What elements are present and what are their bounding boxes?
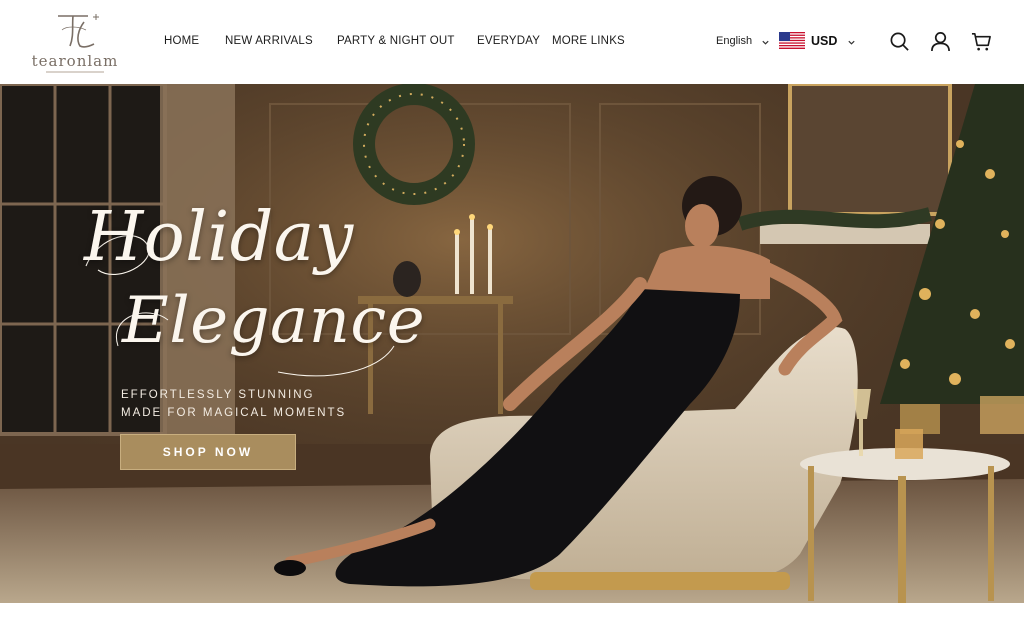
cart-icon (971, 33, 991, 51)
subtitle-line-1: EFFORTLESSLY STUNNING (121, 389, 315, 401)
us-flag-icon (779, 32, 805, 49)
brand-tagline-mark (30, 71, 120, 73)
hero-subtitle: EFFORTLESSLY STUNNING MADE FOR MAGICAL M… (121, 386, 381, 422)
site-header: tearonlam HOME NEW ARRIVALS PARTY & NIGH… (0, 0, 1024, 84)
brand-name: tearonlam (31, 52, 119, 70)
nav-item-everyday[interactable]: EVERYDAY (477, 35, 540, 47)
chevron-down-icon (762, 40, 769, 45)
search-icon (890, 32, 909, 51)
search-button[interactable] (889, 31, 910, 52)
nav-item-home[interactable]: HOME (164, 35, 199, 47)
nav-item-party-night-out[interactable]: PARTY & NIGHT OUT (337, 35, 455, 47)
subtitle-line-2: MADE FOR MAGICAL MOMENTS (121, 407, 347, 419)
hero-banner: Holiday Elegance EFFORTLESSLY STUNNING M… (0, 84, 1024, 603)
hero-headline: Holiday Elegance (78, 196, 425, 386)
cart-button[interactable] (971, 31, 992, 52)
brand-monogram-icon (58, 14, 99, 48)
account-button[interactable] (930, 31, 951, 52)
nav-item-new-arrivals[interactable]: NEW ARRIVALS (225, 35, 313, 47)
user-icon (931, 32, 950, 52)
currency-label: USD (811, 34, 838, 48)
shop-now-button[interactable]: SHOP NOW (120, 434, 296, 470)
language-label: English (716, 35, 753, 47)
language-selector[interactable]: English (716, 35, 752, 47)
chevron-down-icon (848, 40, 855, 45)
headline-line-1: Holiday (84, 198, 354, 277)
below-hero-section (0, 603, 1024, 640)
headline-line-2: Elegance (122, 284, 426, 358)
brand-logo[interactable]: tearonlam (30, 8, 120, 74)
nav-item-more-links[interactable]: MORE LINKS (552, 35, 625, 47)
